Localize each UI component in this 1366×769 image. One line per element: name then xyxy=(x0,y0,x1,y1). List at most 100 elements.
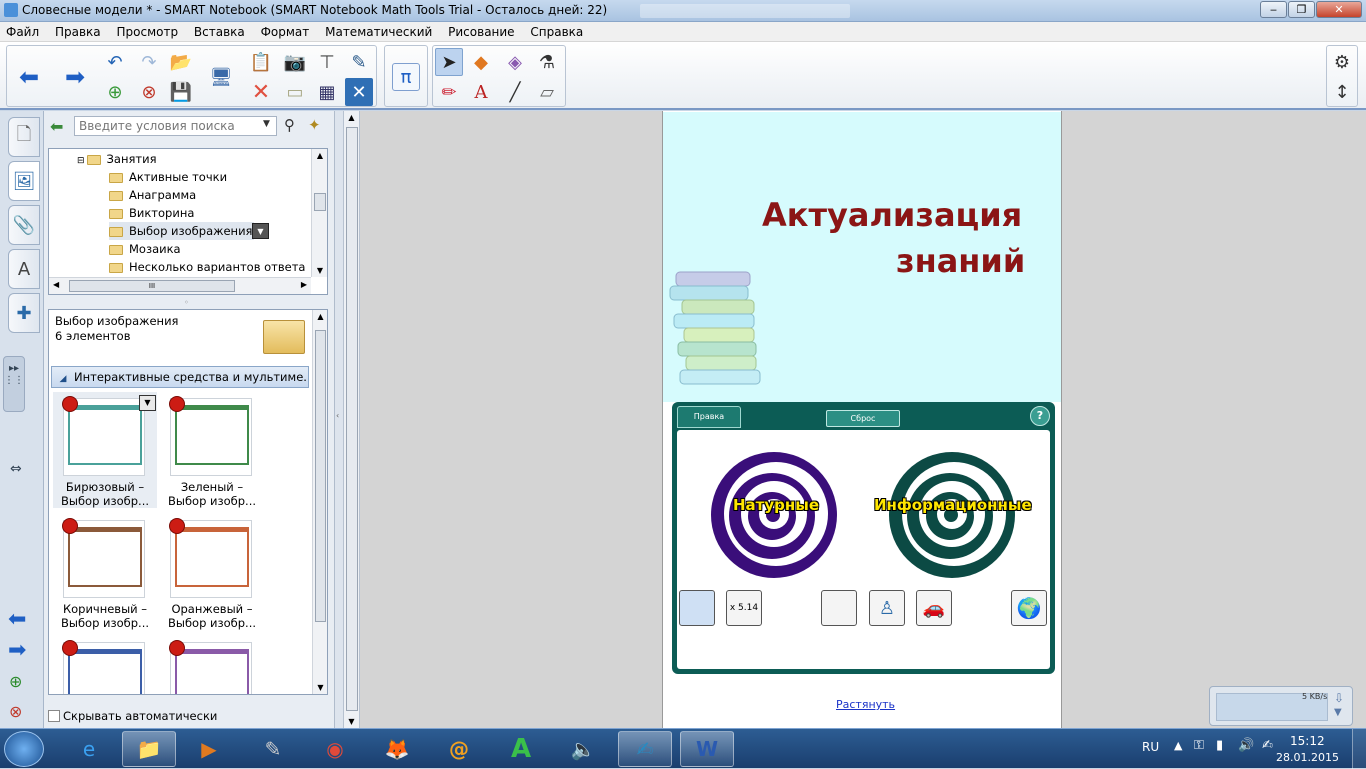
gallery-item-thumb[interactable] xyxy=(169,518,252,598)
resize-handle-icon[interactable]: ⇔ xyxy=(10,461,22,477)
magic-wand-icon[interactable]: ✦ xyxy=(308,116,321,134)
tree-node-quiz[interactable]: Викторина xyxy=(109,204,194,222)
properties-icon[interactable]: A xyxy=(8,249,40,289)
slide-title-line1[interactable]: Актуализация xyxy=(762,196,1022,234)
select-pointer-icon[interactable]: ➤ xyxy=(435,48,463,76)
card-map-image[interactable] xyxy=(679,590,715,626)
addons-puzzle-icon[interactable]: ✚ xyxy=(8,293,40,333)
green-spiral-image[interactable] xyxy=(886,450,1018,580)
card-formula[interactable]: x 5.14 xyxy=(726,590,762,626)
line-icon[interactable]: ╱ xyxy=(501,78,529,106)
eraser-tool-icon[interactable]: ▱ xyxy=(533,78,561,106)
media-player-icon[interactable]: ▶ xyxy=(182,731,236,767)
speaker-app-icon[interactable]: 🔈 xyxy=(556,731,610,767)
category-header[interactable]: ◢ Интерактивные средства и мультиме... xyxy=(51,366,309,388)
word-icon[interactable]: W xyxy=(680,731,734,767)
close-toolbar-icon[interactable]: ✕ xyxy=(345,78,373,106)
reset-button[interactable]: Сброс xyxy=(826,410,900,427)
books-stack-image[interactable] xyxy=(666,262,770,402)
search-icon[interactable]: ⚲ xyxy=(284,116,295,134)
network-widget[interactable]: 5 KB/s ⇩ ▼ xyxy=(1209,686,1353,726)
display-screen-icon[interactable]: 🖥 xyxy=(207,63,235,91)
widget-toggle-icon[interactable]: ▼ xyxy=(1334,707,1342,718)
notebook-tray-icon[interactable]: ✍ xyxy=(1262,738,1273,753)
ie-icon[interactable]: e xyxy=(62,731,116,767)
minimize-button[interactable]: ‒ xyxy=(1260,1,1287,18)
pens-icon[interactable]: ✏ xyxy=(435,78,463,106)
gallery-back-icon[interactable]: ⬅ xyxy=(50,117,63,136)
table-icon[interactable]: ▦ xyxy=(313,78,341,106)
fill-icon[interactable]: ⚗ xyxy=(533,48,561,76)
card-globe-image[interactable]: 🌍 xyxy=(1011,590,1047,626)
search-dropdown-icon[interactable]: ▼ xyxy=(263,119,270,129)
menu-file[interactable]: Файл xyxy=(0,22,45,42)
prev-page-icon[interactable]: ⬅ xyxy=(8,607,26,632)
show-desktop-button[interactable] xyxy=(1352,729,1366,769)
paste-icon[interactable]: 📋 xyxy=(247,48,275,76)
gallery-item-thumb[interactable] xyxy=(62,396,145,476)
contents-vscroll[interactable]: ▲ ▼ xyxy=(312,310,327,694)
gallery-item-thumb[interactable] xyxy=(169,640,252,694)
language-indicator[interactable]: RU xyxy=(1142,740,1159,754)
gallery-item-thumb[interactable] xyxy=(62,640,145,694)
back-arrow-icon[interactable]: ⬅ xyxy=(15,63,43,91)
clock-time[interactable]: 15:12 xyxy=(1290,734,1325,748)
delete-icon[interactable]: ✕ xyxy=(247,78,275,106)
card-toy-image[interactable] xyxy=(821,590,857,626)
tree-node-anagram[interactable]: Анаграмма xyxy=(109,186,196,204)
clock-date[interactable]: 28.01.2015 xyxy=(1276,751,1339,764)
explorer-icon[interactable]: 📁 xyxy=(122,731,176,767)
tree-vscroll[interactable]: ▲ ▼ xyxy=(311,149,327,277)
gallery-item-thumb[interactable] xyxy=(169,396,252,476)
tree-node-mosaic[interactable]: Мозаика xyxy=(109,240,181,258)
close-button[interactable]: ✕ xyxy=(1316,1,1362,18)
slide-title-line2[interactable]: знаний xyxy=(896,242,1025,280)
edit-tab[interactable]: Правка xyxy=(677,406,741,428)
screen-capture-icon[interactable]: 📷 xyxy=(281,48,309,76)
menu-edit[interactable]: Правка xyxy=(49,22,107,42)
gallery-item-thumb[interactable] xyxy=(62,518,145,598)
delete-page-side-icon[interactable]: ⊗ xyxy=(9,702,22,721)
pi-icon[interactable]: π xyxy=(392,63,420,91)
autohide-checkbox[interactable] xyxy=(48,710,60,722)
gallery-search-input[interactable]: Введите условия поиска xyxy=(74,116,277,136)
tree-node-image-select[interactable]: Выбор изображения xyxy=(109,222,255,240)
gimp-icon[interactable]: 🦊 xyxy=(370,731,424,767)
hide-screen-icon[interactable]: ⊤ xyxy=(313,48,341,76)
add-page-icon[interactable]: ⊕ xyxy=(101,78,129,106)
splitter-handle[interactable]: ◦ xyxy=(184,298,189,307)
next-page-icon[interactable]: ➡ xyxy=(8,638,26,663)
app-a-icon[interactable]: A xyxy=(494,731,548,767)
tree-node-hotspots[interactable]: Активные точки xyxy=(109,168,227,186)
tray-device-icon[interactable]: ⚿ xyxy=(1194,738,1204,753)
menu-math[interactable]: Математический xyxy=(319,22,438,42)
start-button[interactable] xyxy=(4,731,44,767)
menu-format[interactable]: Формат xyxy=(255,22,316,42)
gear-icon[interactable]: ⚙ xyxy=(1328,48,1356,76)
save-icon[interactable]: 💾 xyxy=(167,78,195,106)
pen-settings-icon[interactable]: ✎ xyxy=(345,48,373,76)
help-button[interactable]: ? xyxy=(1030,406,1050,426)
app-icon[interactable] xyxy=(4,3,18,17)
maximize-button[interactable]: ❐ xyxy=(1288,1,1315,18)
page-sorter-icon[interactable]: 🗋 xyxy=(8,117,40,157)
workspace-vscroll[interactable]: ▲ ▼ xyxy=(343,111,360,728)
undo-icon[interactable]: ↶ xyxy=(101,48,129,76)
tree-hscroll[interactable]: ◀ III ▶ xyxy=(49,277,311,294)
eraser-icon[interactable]: ◈ xyxy=(501,48,529,76)
menu-view[interactable]: Просмотр xyxy=(110,22,184,42)
stretch-link[interactable]: Растянуть xyxy=(836,698,895,711)
menu-help[interactable]: Справка xyxy=(524,22,589,42)
network-tray-icon[interactable]: ▮ xyxy=(1216,738,1223,753)
card-person-image[interactable]: ♙ xyxy=(869,590,905,626)
collapse-handle[interactable]: ▸▸ ⋮⋮ xyxy=(3,356,25,412)
tray-arrow-icon[interactable]: ▲ xyxy=(1174,739,1182,752)
tree-node-multiple-choice[interactable]: Несколько вариантов ответа xyxy=(109,258,305,276)
tool-app-icon[interactable]: ✎ xyxy=(246,731,300,767)
move-toolbar-icon[interactable]: ↕ xyxy=(1328,78,1356,106)
delete-page-icon[interactable]: ⊗ xyxy=(135,78,163,106)
tree-node-lessons[interactable]: ⊟ Занятия xyxy=(77,150,157,168)
redo-icon[interactable]: ↷ xyxy=(135,48,163,76)
chrome-icon[interactable]: ◉ xyxy=(308,731,362,767)
tree-node-dropdown-icon[interactable]: ▼ xyxy=(252,223,269,239)
